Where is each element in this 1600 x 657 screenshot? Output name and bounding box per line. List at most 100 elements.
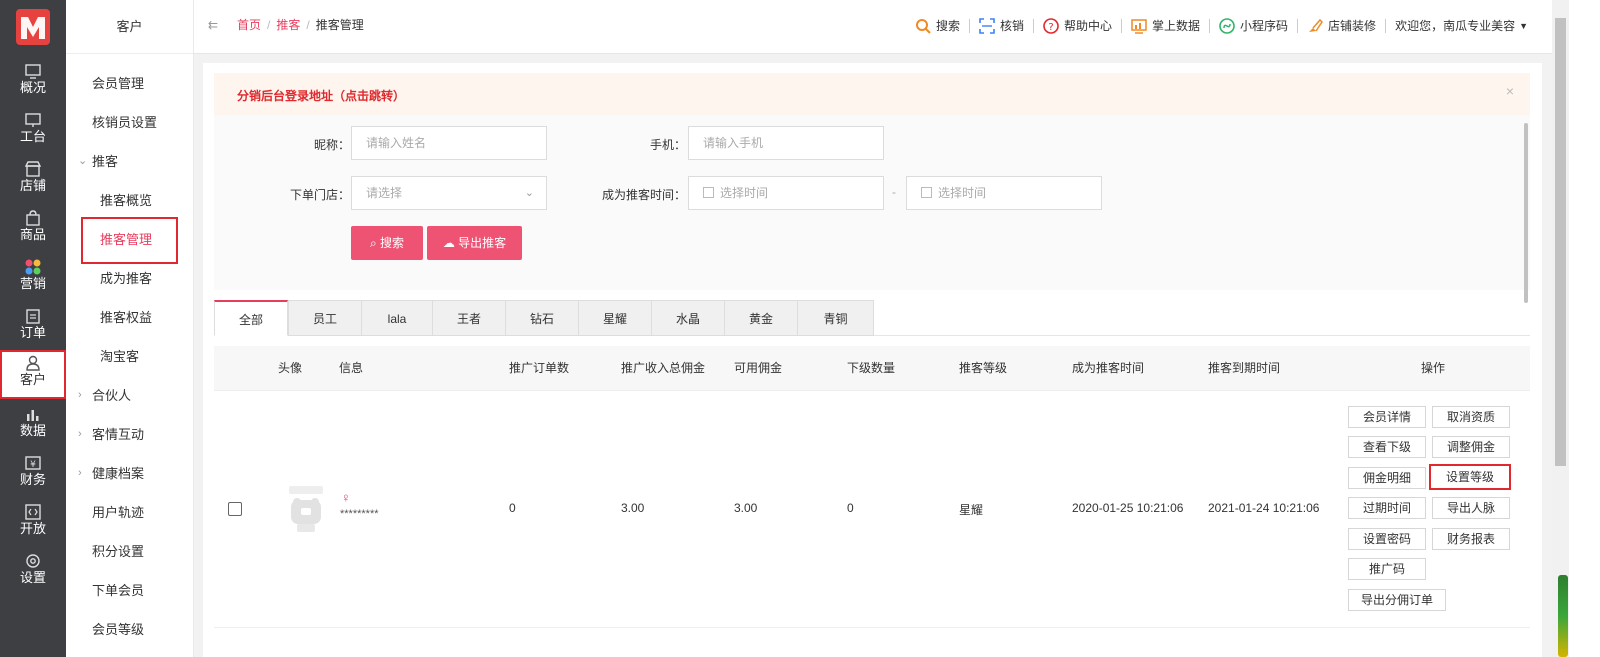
view-subordinates-button[interactable]: 查看下级 bbox=[1348, 436, 1426, 458]
col-total-commission: 推广收入总佣金 bbox=[621, 361, 706, 375]
subnav-item-ordering-members[interactable]: 下单会员 bbox=[66, 571, 194, 610]
gear-icon bbox=[26, 554, 40, 568]
subnav-group-promoter[interactable]: ⌄ 推客 bbox=[66, 142, 194, 181]
rail-label: 工台 bbox=[19, 129, 46, 144]
tool-mini-program-code[interactable]: 小程序码 bbox=[1219, 17, 1288, 34]
tab-star[interactable]: 星耀 bbox=[578, 300, 652, 336]
rail-item-orders[interactable]: 订单 bbox=[0, 303, 66, 352]
tool-help-center[interactable]: ? 帮助中心 bbox=[1043, 17, 1112, 34]
rail-item-overview[interactable]: 概况 bbox=[0, 58, 66, 107]
cell-total-commission: 3.00 bbox=[621, 501, 645, 515]
tool-mobile-data[interactable]: 掌上数据 bbox=[1131, 17, 1200, 34]
rail-label: 店铺 bbox=[19, 178, 46, 193]
tab-king[interactable]: 王者 bbox=[432, 300, 506, 336]
adjust-commission-button[interactable]: 调整佣金 bbox=[1432, 436, 1510, 458]
collapse-menu-icon[interactable]: ⇇ bbox=[208, 18, 218, 32]
promo-code-button[interactable]: 推广码 bbox=[1348, 558, 1426, 580]
subnav-group-partner[interactable]: › 合伙人 bbox=[66, 376, 194, 415]
tab-gold[interactable]: 黄金 bbox=[724, 300, 798, 336]
female-icon: ♀ bbox=[341, 490, 351, 505]
expiry-time-button[interactable]: 过期时间 bbox=[1348, 497, 1426, 519]
phone-input[interactable]: 请输入手机 bbox=[688, 126, 884, 160]
rail-item-marketing[interactable]: 营销 bbox=[0, 254, 66, 303]
col-actions: 操作 bbox=[1421, 361, 1446, 375]
subnav-item-member-management[interactable]: 会员管理 bbox=[66, 64, 194, 103]
distribution-login-alert[interactable]: 分销后台登录地址（点击跳转） × bbox=[214, 73, 1530, 115]
tool-store-decoration[interactable]: 店铺装修 bbox=[1307, 17, 1376, 34]
app-logo[interactable] bbox=[16, 9, 50, 45]
rail-item-workbench[interactable]: 工台 bbox=[0, 107, 66, 156]
table-row bbox=[214, 628, 1530, 657]
tool-search[interactable]: 搜索 bbox=[915, 17, 960, 34]
tab-lala[interactable]: lala bbox=[361, 300, 433, 336]
welcome-text: 欢迎您，南瓜专业美容 bbox=[1395, 19, 1516, 33]
rail-item-finance[interactable]: ¥ 财务 bbox=[0, 450, 66, 499]
tool-label: 店铺装修 bbox=[1328, 19, 1377, 33]
tool-verify[interactable]: 核销 bbox=[979, 17, 1024, 34]
scrollbar-thumb[interactable] bbox=[1555, 18, 1566, 466]
nickname-input[interactable]: 请输入姓名 bbox=[351, 126, 547, 160]
chevron-down-icon: ⌄ bbox=[524, 187, 534, 199]
rail-item-data[interactable]: 数据 bbox=[0, 401, 66, 450]
tab-diamond[interactable]: 钻石 bbox=[505, 300, 579, 336]
bar-chart-icon bbox=[27, 410, 39, 421]
cell-subordinates: 0 bbox=[847, 501, 854, 515]
commission-details-button[interactable]: 佣金明细 bbox=[1348, 467, 1426, 489]
svg-text:¥: ¥ bbox=[30, 460, 36, 470]
row-checkbox[interactable] bbox=[228, 502, 242, 516]
close-icon[interactable]: × bbox=[1506, 83, 1514, 99]
breadcrumb-home[interactable]: 首页 bbox=[237, 18, 261, 32]
tab-staff[interactable]: 员工 bbox=[288, 300, 362, 336]
alert-text[interactable]: 分销后台登录地址（点击跳转） bbox=[237, 87, 405, 104]
set-level-button[interactable]: 设置等级 bbox=[1429, 464, 1511, 490]
join-time-start[interactable]: 选择时间 bbox=[688, 176, 884, 210]
table-header: 头像 信息 推广订单数 推广收入总佣金 可用佣金 下级数量 推客等级 成为推客时… bbox=[214, 346, 1530, 391]
tool-label: 帮助中心 bbox=[1064, 19, 1113, 33]
page-scrollbar[interactable] bbox=[1552, 0, 1569, 657]
user-menu[interactable]: 欢迎您，南瓜专业美容 ▼ bbox=[1395, 17, 1528, 34]
rail-label: 开放 bbox=[19, 521, 46, 536]
rail-label: 数据 bbox=[19, 423, 46, 438]
main-sidebar: 概况 工台 店铺 商品 营销 订单 客户 数据 ¥ 财务 开放 设置 bbox=[0, 0, 66, 657]
subnav-item-member-levels[interactable]: 会员等级 bbox=[66, 610, 194, 649]
subnav-item-verifier-settings[interactable]: 核销员设置 bbox=[66, 103, 194, 142]
join-time-end[interactable]: 选择时间 bbox=[906, 176, 1102, 210]
export-contacts-button[interactable]: 导出人脉 bbox=[1432, 497, 1510, 519]
export-promoters-button[interactable]: ☁ 导出推客 bbox=[427, 226, 522, 260]
panel-scrollbar[interactable] bbox=[1524, 123, 1528, 303]
cell-available-commission: 3.00 bbox=[734, 501, 758, 515]
export-commission-orders-button[interactable]: 导出分佣订单 bbox=[1348, 589, 1446, 611]
member-details-button[interactable]: 会员详情 bbox=[1348, 406, 1426, 428]
tab-bronze[interactable]: 青铜 bbox=[797, 300, 874, 336]
store-select[interactable]: 请选择 ⌄ bbox=[351, 176, 547, 210]
breadcrumb-current: 推客管理 bbox=[315, 18, 364, 32]
rail-label: 财务 bbox=[19, 472, 46, 487]
cancel-qualification-button[interactable]: 取消资质 bbox=[1432, 406, 1510, 428]
subnav-item-become-promoter[interactable]: 成为推客 bbox=[66, 259, 194, 298]
avatar-placeholder-icon bbox=[289, 486, 323, 532]
rail-item-settings[interactable]: 设置 bbox=[0, 548, 66, 597]
set-password-button[interactable]: 设置密码 bbox=[1348, 528, 1426, 550]
search-button[interactable]: ⌕ 搜索 bbox=[351, 226, 423, 260]
subnav-group-health-records[interactable]: › 健康档案 bbox=[66, 454, 194, 493]
tab-crystal[interactable]: 水晶 bbox=[651, 300, 725, 336]
subnav-item-taobao-promoter[interactable]: 淘宝客 bbox=[66, 337, 194, 376]
subnav-item-promoter-rights[interactable]: 推客权益 bbox=[66, 298, 194, 337]
col-level: 推客等级 bbox=[959, 361, 1008, 375]
brush-icon bbox=[1309, 18, 1324, 32]
rail-item-open[interactable]: 开放 bbox=[0, 499, 66, 548]
search-icon bbox=[915, 18, 931, 34]
rail-item-products[interactable]: 商品 bbox=[0, 205, 66, 254]
subnav-title: 客户 bbox=[66, 0, 193, 54]
subnav-group-interaction[interactable]: › 客情互动 bbox=[66, 415, 194, 454]
subnav-item-points-settings[interactable]: 积分设置 bbox=[66, 532, 194, 571]
subnav-item-promoter-overview[interactable]: 推客概览 bbox=[66, 181, 194, 220]
rail-item-customers[interactable]: 客户 bbox=[0, 350, 66, 399]
financial-report-button[interactable]: 财务报表 bbox=[1432, 528, 1510, 550]
rail-item-store[interactable]: 店铺 bbox=[0, 156, 66, 205]
level-tabs: 全部 员工 lala 王者 钻石 星耀 水晶 黄金 青铜 bbox=[214, 300, 1530, 336]
subnav-item-user-track[interactable]: 用户轨迹 bbox=[66, 493, 194, 532]
breadcrumb-promoter[interactable]: 推客 bbox=[276, 18, 300, 32]
sub-navigation: 客户 会员管理 核销员设置 ⌄ 推客 推客概览 推客管理 成为推客 推客权益 淘宝… bbox=[66, 0, 194, 657]
tab-all[interactable]: 全部 bbox=[214, 300, 288, 336]
